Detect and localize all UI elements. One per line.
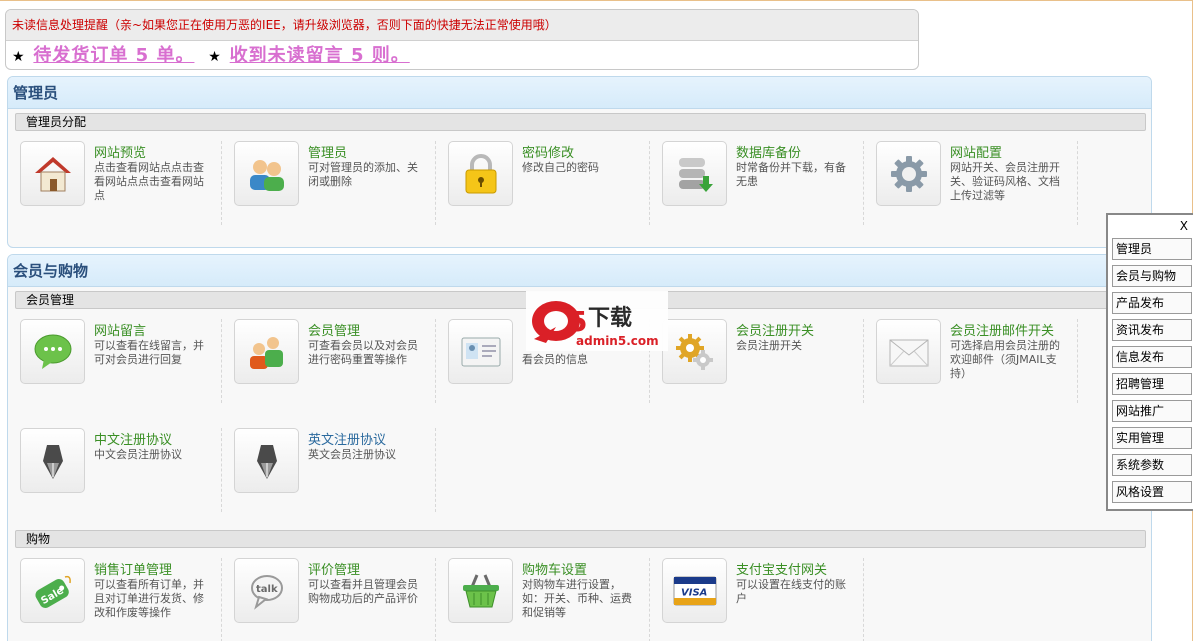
notice-body: ★ 待发货订单 5 单。 ★ 收到未读留言 5 则。	[6, 41, 918, 69]
item-desc: 点击查看网站点点击查看网站点点击查看网站点	[94, 161, 204, 202]
item-register-switch: 会员注册开关 会员注册开关	[650, 319, 864, 415]
item-desc: 中文会员注册协议	[94, 448, 182, 461]
item-title[interactable]: 网站预览	[94, 142, 146, 161]
item-site-config: 网站配置 网站开关、会员注册开关、验证码风格、文档上传过滤等	[864, 141, 1078, 237]
item-title[interactable]: 管理员	[308, 142, 347, 161]
item-password: 密码修改 修改自己的密码	[436, 141, 650, 237]
svg-text:talk: talk	[256, 584, 278, 595]
item-title[interactable]: 评价管理	[308, 559, 360, 578]
item-title[interactable]: 销售订单管理	[94, 559, 172, 578]
lock-icon[interactable]	[448, 141, 513, 206]
shopping-section-header: 购物	[15, 530, 1146, 548]
pen-icon[interactable]	[20, 428, 85, 493]
item-title[interactable]: 密码修改	[522, 142, 574, 161]
item-desc: 可以设置在线支付的账户	[736, 578, 846, 605]
side-menu-item-recruitment[interactable]: 招聘管理	[1112, 373, 1192, 395]
item-desc: 修改自己的密码	[522, 161, 599, 174]
svg-text:下载: 下载	[588, 305, 632, 331]
item-title[interactable]: 会员管理	[308, 320, 360, 339]
users-icon[interactable]	[234, 141, 299, 206]
item-title[interactable]: 购物车设置	[522, 559, 587, 578]
item-member-manage: 会员管理 可查看会员以及对会员进行密码重置等操作	[222, 319, 436, 415]
item-site-preview: 网站预览 点击查看网站点点击查看网站点点击查看网站点	[8, 141, 222, 237]
item-desc: 对购物车进行设置，如：开关、币种、运费和促销等	[522, 578, 632, 619]
item-title[interactable]: 支付宝支付网关	[736, 559, 827, 578]
item-register-email-switch: 会员注册邮件开关 可选择启用会员注册的欢迎邮件（须JMAIL支持）	[864, 319, 1078, 415]
database-icon[interactable]	[662, 141, 727, 206]
item-reviews: talk 评价管理 可以查看并且管理会员购物成功后的产品评价	[222, 558, 436, 641]
item-desc: 看会员的信息	[522, 353, 588, 366]
svg-text:VISA: VISA	[681, 587, 707, 598]
side-menu-item-admin[interactable]: 管理员	[1112, 238, 1192, 260]
item-title[interactable]: 网站留言	[94, 320, 146, 339]
item-cn-agreement: 中文注册协议 中文会员注册协议	[8, 428, 222, 524]
item-cart-settings: 购物车设置 对购物车进行设置，如：开关、币种、运费和促销等	[436, 558, 650, 641]
visa-card-icon[interactable]: VISA	[662, 558, 727, 623]
gears-icon[interactable]	[662, 319, 727, 384]
item-desc: 可查看会员以及对会员进行密码重置等操作	[308, 339, 418, 366]
member-panel-title: 会员与购物	[8, 255, 1151, 287]
item-desc: 可以查看在线留言，并可对会员进行回复	[94, 339, 204, 366]
item-divider	[863, 558, 864, 641]
item-divider	[1077, 141, 1078, 225]
star-icon: ★	[208, 49, 221, 65]
side-menu-item-news-publish[interactable]: 资讯发布	[1112, 319, 1192, 341]
basket-icon[interactable]	[448, 558, 513, 623]
item-desc: 可以查看所有订单，并且对订单进行发货、修改和作废等操作	[94, 578, 204, 619]
floating-side-menu: X 管理员 会员与购物 产品发布 资讯发布 信息发布 招聘管理 网站推广 实用管…	[1106, 213, 1193, 511]
side-menu-item-promotion[interactable]: 网站推广	[1112, 400, 1192, 422]
home-icon[interactable]	[20, 141, 85, 206]
chat-bubble-icon[interactable]	[20, 319, 85, 384]
admin-panel: 管理员 管理员分配 网站预览 点击查看网站点点击查看网站点点击查看网站点 管理员…	[7, 76, 1152, 248]
item-en-agreement: 英文注册协议 英文会员注册协议	[222, 428, 436, 524]
sale-tag-icon[interactable]: Sale	[20, 558, 85, 623]
side-menu-item-system-params[interactable]: 系统参数	[1112, 454, 1192, 476]
unread-notice-box: 未读信息处理提醒（亲~如果您正在使用万恶的IEE，请升级浏览器，否则下面的快捷无…	[5, 9, 919, 70]
talk-icon[interactable]: talk	[234, 558, 299, 623]
side-menu-item-product-publish[interactable]: 产品发布	[1112, 292, 1192, 314]
watermark-site: admin5.com	[576, 334, 659, 348]
id-card-icon[interactable]	[448, 319, 513, 384]
pending-orders-link[interactable]: 待发货订单 5 单。	[33, 45, 194, 66]
item-title[interactable]: 中文注册协议	[94, 429, 172, 448]
admin-panel-title: 管理员	[8, 77, 1151, 109]
members-icon[interactable]	[234, 319, 299, 384]
item-db-backup: 数据库备份 时常备份并下载，有备无患	[650, 141, 864, 237]
unread-messages-link[interactable]: 收到未读留言 5 则。	[230, 45, 410, 66]
item-desc: 英文会员注册协议	[308, 448, 396, 461]
item-divider	[1077, 319, 1078, 403]
close-icon[interactable]: X	[1180, 219, 1188, 233]
item-admins: 管理员 可对管理员的添加、关闭或删除	[222, 141, 436, 237]
item-desc: 可选择启用会员注册的欢迎邮件（须JMAIL支持）	[950, 339, 1060, 380]
item-title[interactable]: 数据库备份	[736, 142, 801, 161]
item-desc: 时常备份并下载，有备无患	[736, 161, 846, 188]
admin-section-header: 管理员分配	[15, 113, 1146, 131]
side-menu-item-utilities[interactable]: 实用管理	[1112, 427, 1192, 449]
side-menu-item-members-shopping[interactable]: 会员与购物	[1112, 265, 1192, 287]
item-divider	[435, 428, 436, 512]
notice-title: 未读信息处理提醒（亲~如果您正在使用万恶的IEE，请升级浏览器，否则下面的快捷无…	[6, 10, 918, 41]
item-title[interactable]: 会员注册邮件开关	[950, 320, 1054, 339]
item-title[interactable]: 会员注册开关	[736, 320, 814, 339]
pen-icon[interactable]	[234, 428, 299, 493]
item-title[interactable]: 网站配置	[950, 142, 1002, 161]
item-desc: 可以查看并且管理会员购物成功后的产品评价	[308, 578, 418, 605]
item-title[interactable]: 英文注册协议	[308, 429, 386, 448]
item-alipay-gateway: VISA 支付宝支付网关 可以设置在线支付的账户	[650, 558, 864, 641]
side-menu-item-info-publish[interactable]: 信息发布	[1112, 346, 1192, 368]
item-desc: 会员注册开关	[736, 339, 802, 352]
item-sales-orders: Sale 销售订单管理 可以查看所有订单，并且对订单进行发货、修改和作废等操作	[8, 558, 222, 641]
envelope-icon[interactable]	[876, 319, 941, 384]
item-desc: 可对管理员的添加、关闭或删除	[308, 161, 418, 188]
side-menu-item-style-settings[interactable]: 风格设置	[1112, 481, 1192, 503]
watermark-logo: 5 下载 admin5.com	[526, 291, 668, 351]
star-icon: ★	[12, 49, 25, 65]
item-desc: 网站开关、会员注册开关、验证码风格、文档上传过滤等	[950, 161, 1060, 202]
item-site-messages: 网站留言 可以查看在线留言，并可对会员进行回复	[8, 319, 222, 415]
gear-icon[interactable]	[876, 141, 941, 206]
